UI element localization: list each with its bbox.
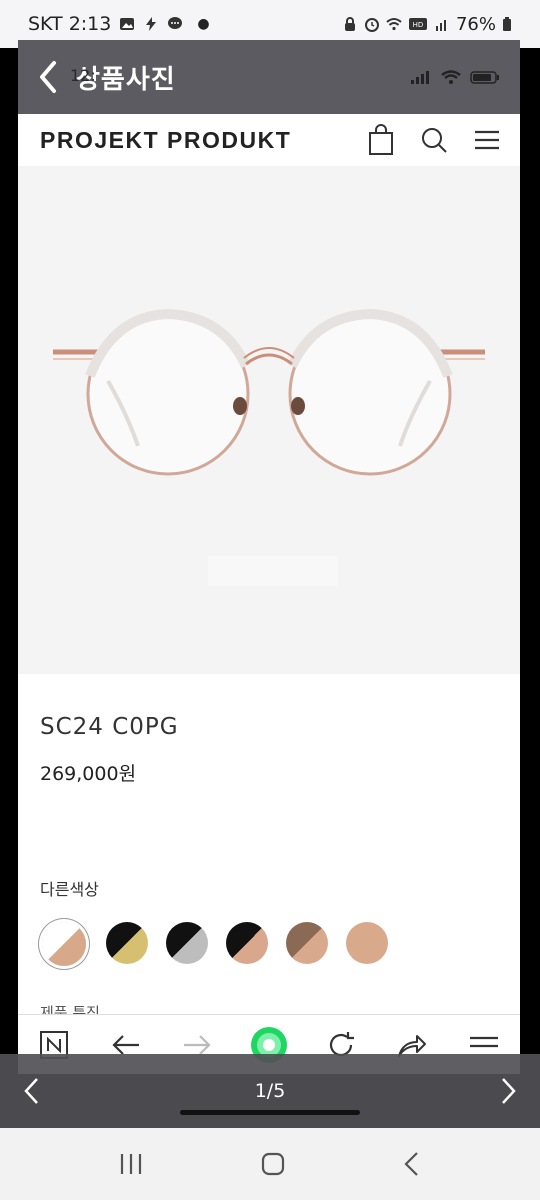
- signal-icon: [435, 20, 446, 31]
- color-swatch-black-gold[interactable]: [106, 922, 148, 964]
- shopping-bag-icon[interactable]: [368, 124, 394, 156]
- product-price: 269,000원: [40, 763, 137, 785]
- hamburger-icon: [470, 1036, 499, 1047]
- color-swatch-black-silver[interactable]: [166, 922, 208, 964]
- ghost-battery-icon: [470, 71, 499, 84]
- dot-icon: ●: [197, 16, 210, 32]
- other-colors-label: 다른색상: [40, 880, 99, 899]
- back-chevron-icon[interactable]: [34, 57, 64, 97]
- product-name: SC24 C0PG: [40, 714, 179, 740]
- back-icon[interactable]: [402, 1151, 422, 1177]
- carrier-time: SKT 2:13: [28, 13, 112, 35]
- color-swatch-rose[interactable]: [346, 922, 388, 964]
- ghost-signal-icon: [411, 71, 429, 84]
- ghost-status-icons: [410, 69, 500, 85]
- screen: SKT 2:13 ● HD 76% 12: 상품사진 PROJEKT PRODU…: [0, 0, 540, 1200]
- color-swatch-brown-rose[interactable]: [286, 922, 328, 964]
- battery-icon: [503, 17, 511, 31]
- gallery-icon: [120, 18, 135, 30]
- viewer-top-bar: 12: 상품사진: [18, 40, 520, 114]
- hd-voice-icon: HD: [408, 18, 427, 30]
- color-swatch-black-rose[interactable]: [226, 922, 268, 964]
- product-page: PROJEKT PRODUKT SC24 C0PG 269,000원 다른색상 …: [18, 114, 520, 1054]
- alarm-icon: [364, 18, 379, 32]
- color-swatches: [40, 922, 388, 966]
- recent-apps-icon[interactable]: [118, 1152, 144, 1176]
- svg-text:HD: HD: [413, 21, 424, 29]
- battery-percent: 76%: [455, 13, 496, 35]
- android-nav-bar: [0, 1128, 540, 1200]
- lock-icon: [344, 17, 355, 31]
- menu-icon[interactable]: [474, 129, 500, 151]
- forward-arrow-icon: [184, 1034, 211, 1055]
- bolt-icon: [146, 17, 157, 31]
- ghost-wifi-icon: [441, 70, 461, 84]
- wifi-icon: [386, 18, 402, 31]
- product-image: [18, 166, 520, 674]
- scrub-bar[interactable]: [180, 1110, 360, 1115]
- image-counter: 1/5: [254, 1080, 286, 1102]
- color-swatch-white-rose[interactable]: [42, 922, 86, 966]
- site-header: PROJEKT PRODUKT: [18, 114, 520, 166]
- search-icon[interactable]: [420, 126, 448, 154]
- next-image-icon[interactable]: [498, 1076, 518, 1106]
- glasses-illustration: [53, 308, 485, 586]
- back-arrow-icon: [111, 1034, 139, 1055]
- brand-logo[interactable]: PROJEKT PRODUKT: [40, 127, 291, 154]
- chat-icon: [168, 17, 183, 29]
- ghost-time: 12:: [70, 66, 96, 85]
- home-icon[interactable]: [260, 1151, 286, 1177]
- viewer-bottom-bar: 1/5: [0, 1054, 540, 1128]
